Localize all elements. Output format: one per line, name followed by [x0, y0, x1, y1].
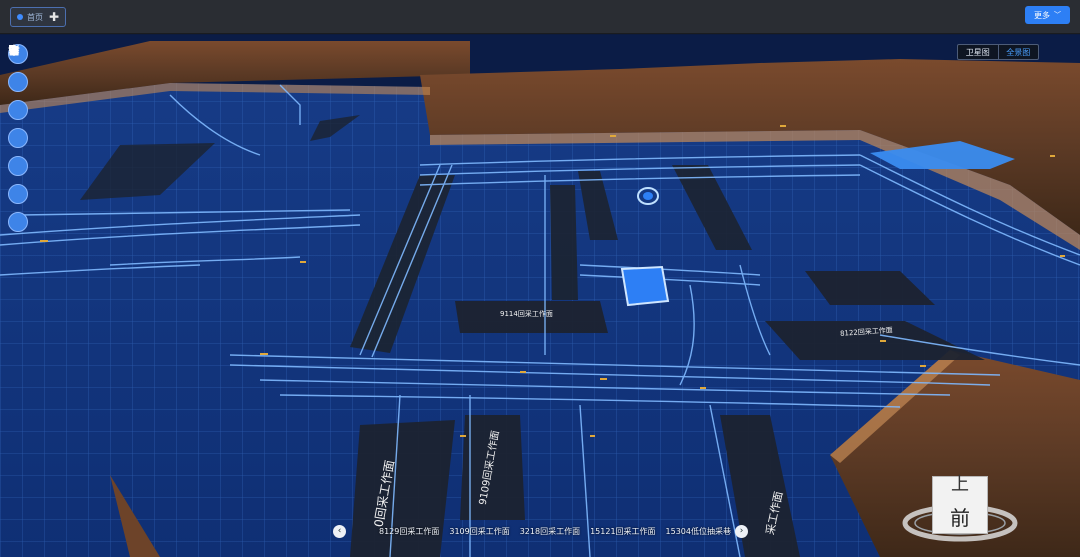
- cube-front-face[interactable]: 上 前: [932, 476, 988, 534]
- cube-front-label[interactable]: 前: [950, 502, 970, 531]
- top-bar: 首页 ✚ 更多 ﹀: [0, 0, 1080, 34]
- hand-pointer-icon[interactable]: [8, 45, 28, 176]
- map-label-9114: 9114回采工作面: [500, 310, 553, 318]
- tag-icon[interactable]: [8, 45, 28, 120]
- navigation-cube[interactable]: 上 前: [900, 460, 1020, 557]
- work-face-carousel: ‹ 8129回采工作面 3109回采工作面 3218回采工作面 15121回采工…: [333, 524, 748, 540]
- carousel-next-button[interactable]: ›: [735, 525, 748, 538]
- carousel-item[interactable]: 15304低位抽采巷: [666, 526, 731, 537]
- tab-panorama-view[interactable]: 全景图: [997, 45, 1039, 59]
- carousel-item[interactable]: 8129回采工作面: [379, 526, 439, 537]
- tools-icon[interactable]: [8, 45, 28, 204]
- add-tab-icon[interactable]: ✚: [49, 11, 59, 23]
- more-button-label: 更多: [1034, 10, 1050, 20]
- layers-icon[interactable]: [8, 44, 28, 92]
- send-icon[interactable]: [8, 45, 28, 148]
- carousel-item[interactable]: 3109回采工作面: [449, 526, 509, 537]
- more-button[interactable]: 更多 ﹀: [1025, 6, 1070, 24]
- carousel-item[interactable]: 3218回采工作面: [520, 526, 580, 537]
- building-icon[interactable]: [8, 45, 28, 232]
- mine-3d-scene[interactable]: 9114回采工作面 8122回采工作面 9109回采工作面 0回采工作面 采工作…: [0, 35, 1080, 557]
- carousel-item[interactable]: 15121回采工作面: [590, 526, 655, 537]
- cube-top-label[interactable]: 上: [951, 476, 969, 494]
- tab-status-dot: [17, 14, 23, 20]
- carousel-prev-button[interactable]: ‹: [333, 525, 346, 538]
- map-view-toggle: 卫星图 全景图: [957, 44, 1039, 60]
- tab-satellite-view[interactable]: 卫星图: [958, 45, 998, 59]
- app-root: 首页 ✚ 更多 ﹀ 9114回采工作面 8122回采工作面 9109回采工作面 …: [0, 0, 1080, 557]
- tab-home-label: 首页: [27, 12, 43, 22]
- left-toolbar: [8, 44, 28, 232]
- chevron-down-icon: ﹀: [1054, 11, 1061, 19]
- carousel-items: 8129回采工作面 3109回采工作面 3218回采工作面 15121回采工作面…: [379, 526, 731, 537]
- tab-home[interactable]: 首页 ✚: [10, 7, 67, 27]
